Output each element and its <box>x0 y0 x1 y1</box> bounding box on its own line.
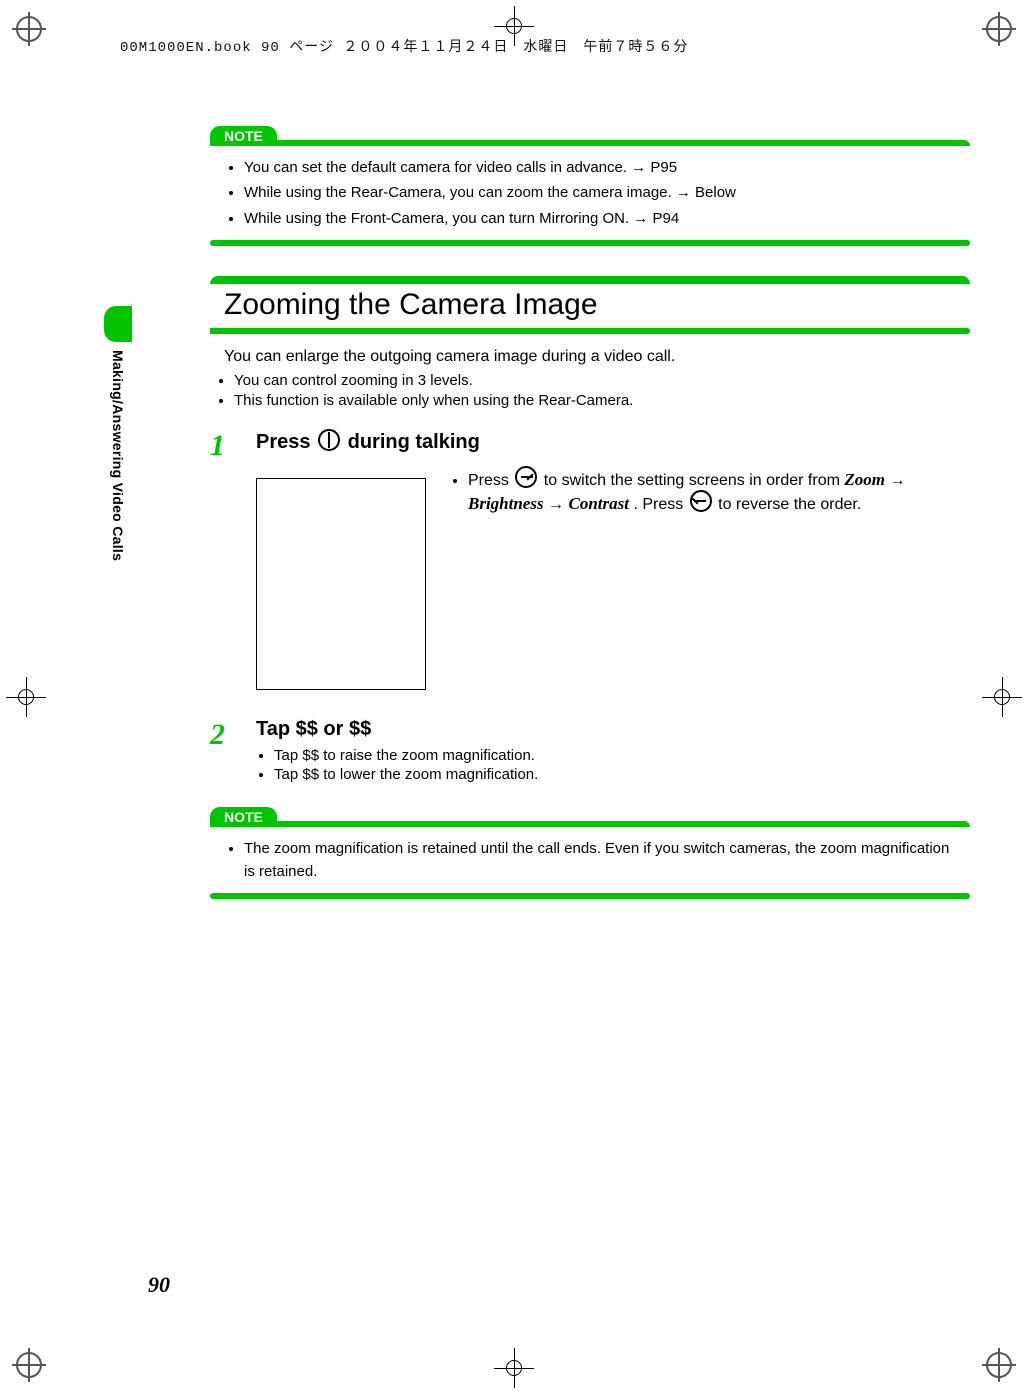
note1-item: While using the Rear-Camera, you can zoo… <box>244 181 960 204</box>
brightness-label: Brightness <box>468 494 544 513</box>
section-title-text: Zooming the Camera Image <box>210 284 970 328</box>
section-bullet: You can control zooming in 3 levels. <box>234 372 970 389</box>
step-1: 1 Press during talking Press to switch t… <box>210 429 970 690</box>
t: to switch the setting screens in order f… <box>544 472 845 489</box>
crop-mark-right <box>982 677 1022 717</box>
dpad-updown-icon <box>318 429 340 451</box>
step1-title: Press during talking <box>256 429 970 454</box>
registration-mark-tr <box>986 16 1012 42</box>
registration-mark-br <box>986 1352 1012 1378</box>
note1-item: You can set the default camera for video… <box>244 156 960 179</box>
section-heading: Zooming the Camera Image <box>210 276 970 334</box>
dpad-left-icon <box>690 490 712 512</box>
note2-item: The zoom magnification is retained until… <box>244 837 960 884</box>
step2-item: Tap $$ to raise the zoom magnification. <box>274 747 970 764</box>
arrow-icon: → <box>889 472 905 489</box>
crop-mark-left <box>6 677 46 717</box>
registration-mark-bl <box>16 1352 42 1378</box>
screenshot-placeholder <box>256 478 426 690</box>
step-number: 1 <box>210 429 256 690</box>
step1-description: Press to switch the setting screens in o… <box>468 466 970 514</box>
step1-title-post: during talking <box>348 431 480 453</box>
page-number: 90 <box>148 1272 170 1298</box>
arrow-icon: → <box>548 496 568 513</box>
note-label: NOTE <box>210 126 277 146</box>
t: Press <box>468 472 513 489</box>
chapter-tab <box>104 306 132 342</box>
file-header: 00M1000EN.book 90 ページ ２００４年１１月２４日 水曜日 午前… <box>120 36 968 56</box>
dpad-right-icon <box>515 466 537 488</box>
note-box-2: NOTE The zoom magnification is retained … <box>210 807 970 900</box>
step1-title-pre: Press <box>256 431 316 453</box>
section-intro: You can enlarge the outgoing camera imag… <box>224 348 970 366</box>
zoom-label: Zoom <box>844 470 885 489</box>
note1-item: While using the Front-Camera, you can tu… <box>244 207 960 230</box>
t: to reverse the order. <box>718 496 861 513</box>
step-number: 2 <box>210 718 256 785</box>
registration-mark-tl <box>16 16 42 42</box>
section-bullet: This function is available only when usi… <box>234 392 970 409</box>
note-label: NOTE <box>210 807 277 827</box>
note-box-1: NOTE You can set the default camera for … <box>210 126 970 246</box>
step-2: 2 Tap $$ or $$ Tap $$ to raise the zoom … <box>210 718 970 785</box>
step2-item: Tap $$ to lower the zoom magnification. <box>274 766 970 783</box>
t: . Press <box>633 496 687 513</box>
chapter-label: Making/Answering Video Calls <box>110 350 126 561</box>
contrast-label: Contrast <box>569 494 629 513</box>
step2-title: Tap $$ or $$ <box>256 718 970 741</box>
